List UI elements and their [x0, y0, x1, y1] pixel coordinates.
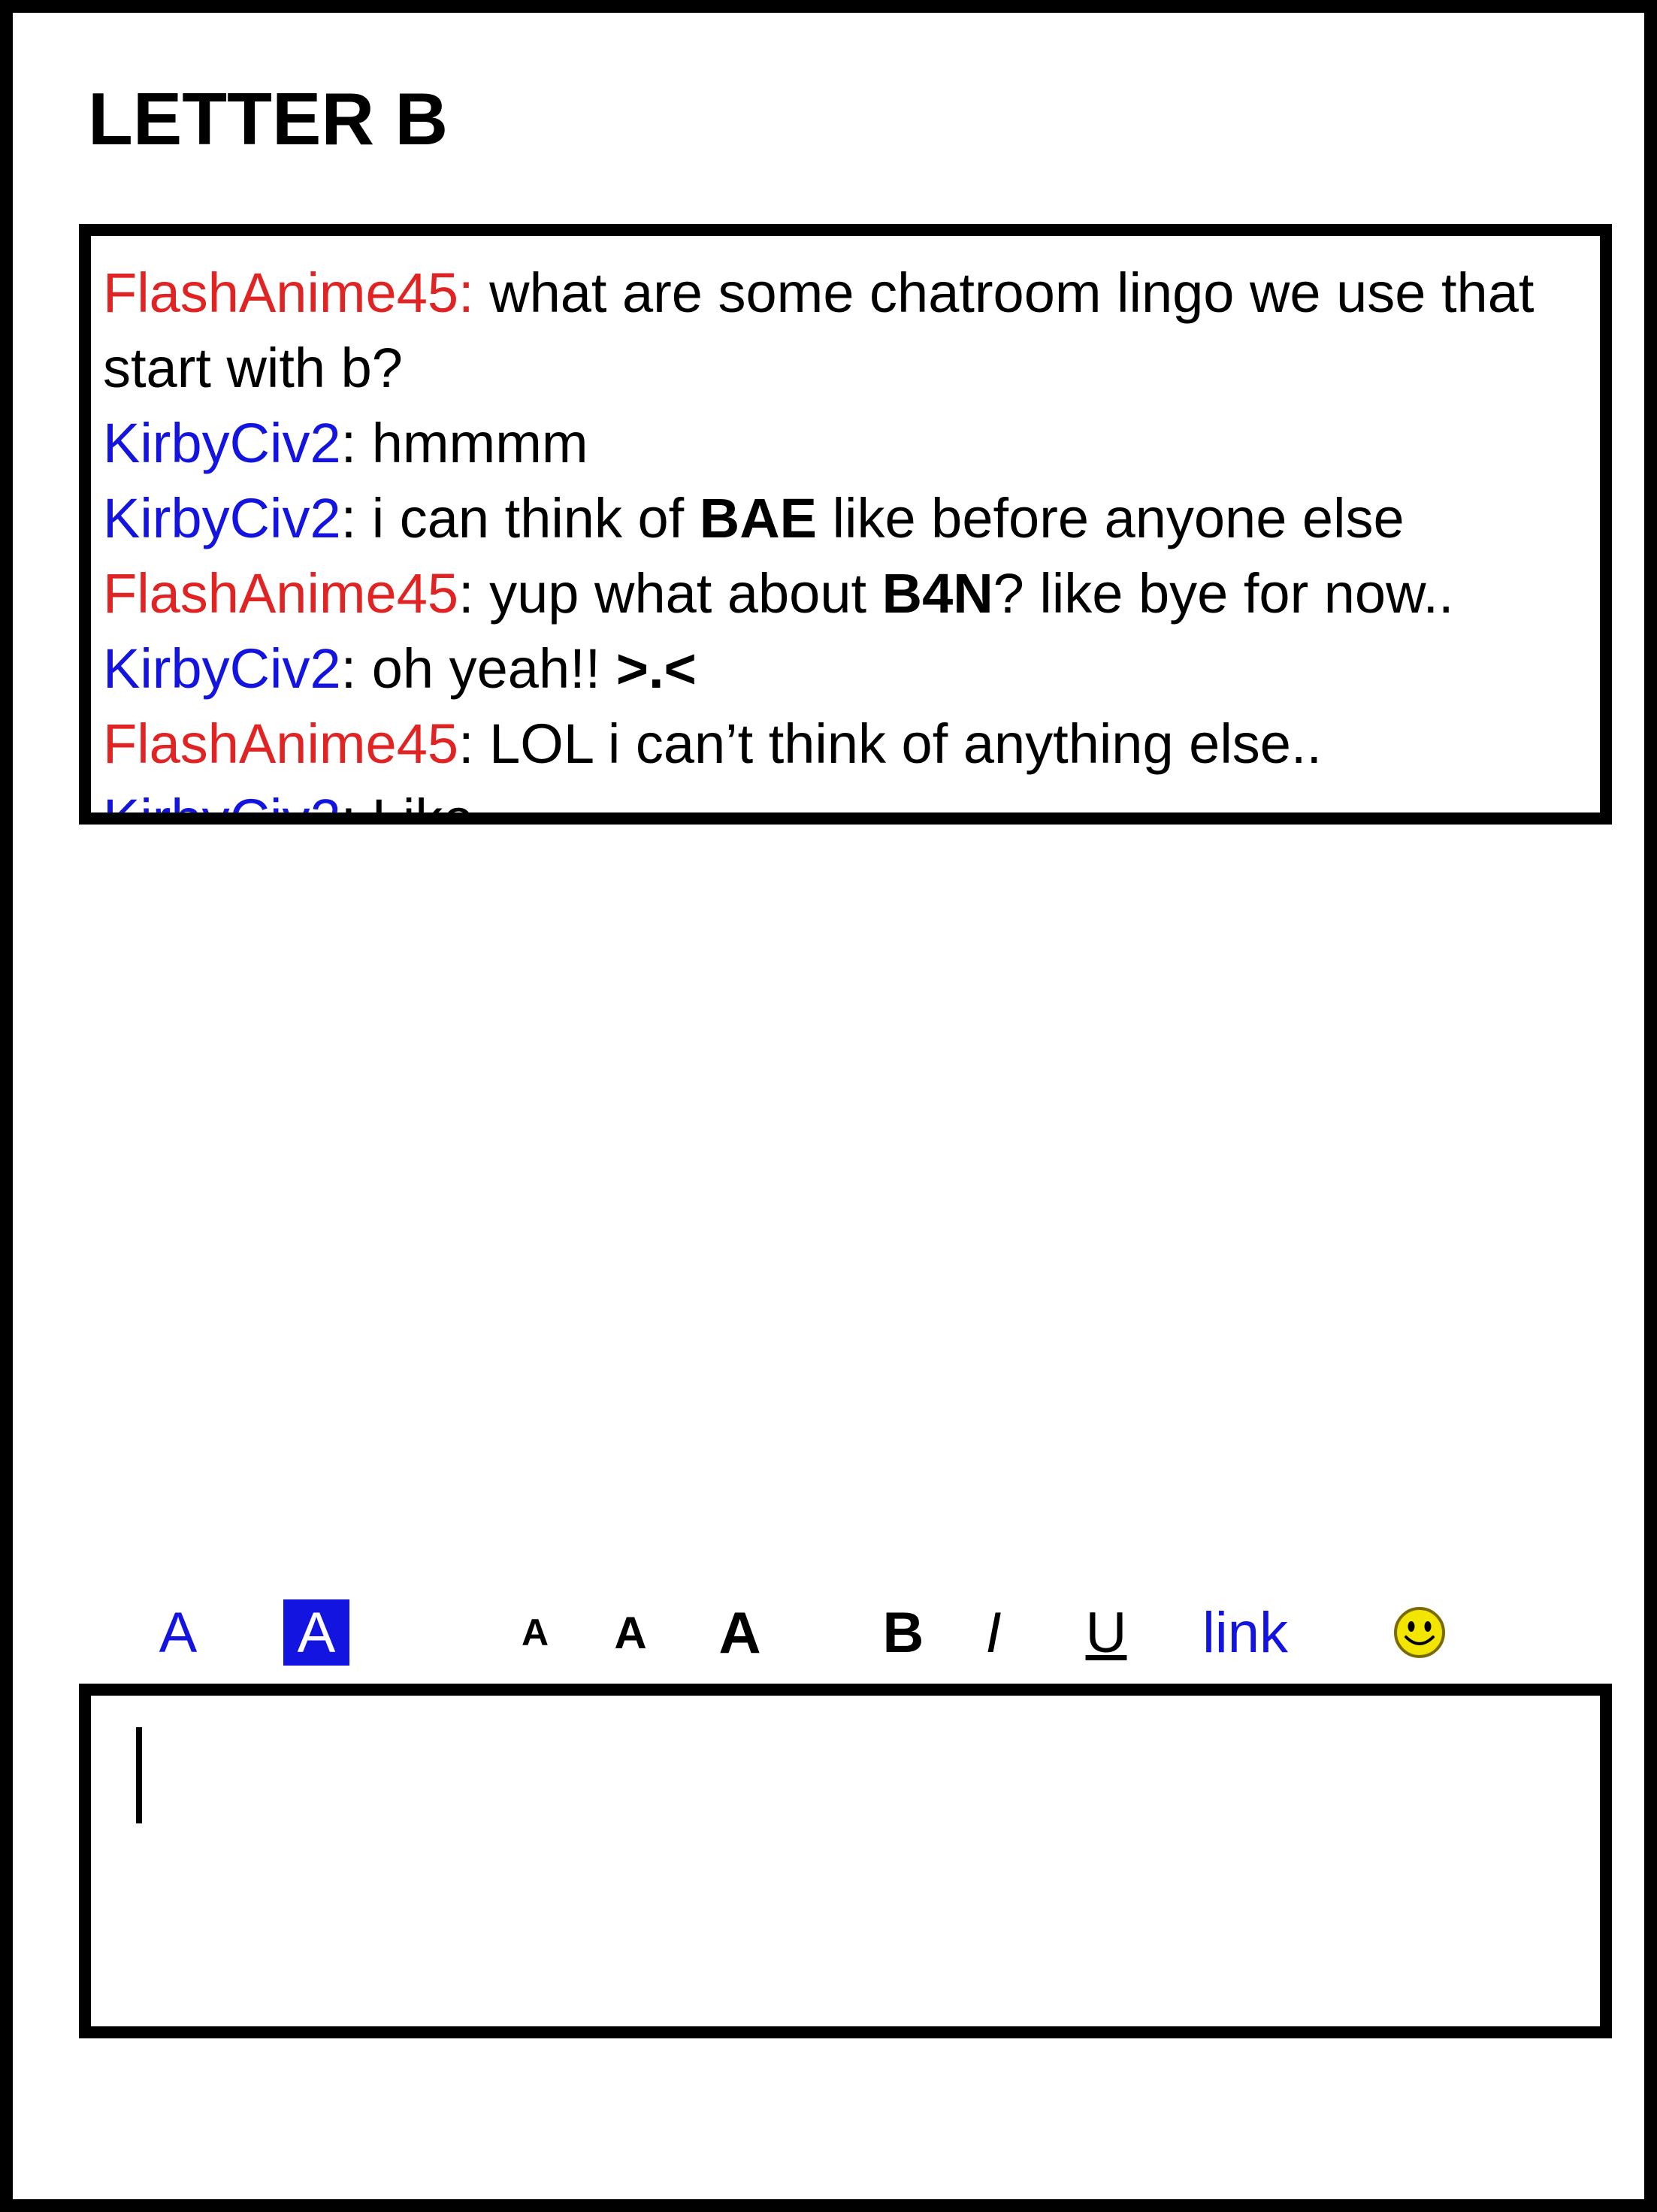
- bold-button[interactable]: B: [877, 1591, 930, 1674]
- chat-message: FlashAnime45: what are some chatroom lin…: [103, 256, 1588, 406]
- message-username: KirbyCiv2: [103, 637, 341, 700]
- message-text: like before anyone else: [817, 487, 1405, 549]
- text-color-button[interactable]: A: [148, 1591, 208, 1674]
- chat-message: FlashAnime45: yup what about B4N? like b…: [103, 556, 1588, 631]
- message-bold-text: >.<: [615, 637, 697, 700]
- text-caret: [136, 1727, 142, 1823]
- chat-message: KirbyCiv2: hmmmm: [103, 406, 1588, 481]
- font-size-large-button[interactable]: A: [712, 1591, 768, 1674]
- message-username: KirbyCiv2: [103, 487, 341, 549]
- italic-button[interactable]: I: [975, 1591, 1012, 1674]
- underline-button[interactable]: U: [1080, 1591, 1132, 1674]
- message-text: : Like...: [340, 788, 521, 825]
- highlight-color-label: A: [283, 1599, 349, 1666]
- message-username: KirbyCiv2: [103, 788, 341, 825]
- chat-message: KirbyCiv2: oh yeah!! >.<: [103, 631, 1588, 707]
- message-bold-text: B4N: [881, 562, 993, 625]
- message-text: : hmmmm: [340, 412, 588, 474]
- message-bold-text: BAE: [699, 487, 818, 549]
- formatting-toolbar: A A A A A B I U link: [13, 1591, 1657, 1674]
- chat-message: KirbyCiv2: i can think of BAE like befor…: [103, 481, 1588, 556]
- message-text: : LOL i can’t think of anything else..: [458, 713, 1323, 775]
- page-frame: LETTER B FlashAnime45: what are some cha…: [0, 0, 1657, 2212]
- font-size-small-button[interactable]: A: [513, 1591, 558, 1674]
- message-username: KirbyCiv2: [103, 412, 341, 474]
- message-text: ? like bye for now..: [993, 562, 1454, 625]
- message-text: : i can think of: [340, 487, 700, 549]
- highlight-color-button[interactable]: A: [283, 1591, 349, 1674]
- message-text: : yup what about: [458, 562, 882, 625]
- insert-link-button[interactable]: link: [1196, 1591, 1294, 1674]
- message-input[interactable]: [79, 1684, 1612, 2038]
- page-title: LETTER B: [88, 77, 449, 160]
- smiley-face-icon: [1394, 1607, 1445, 1658]
- message-username: FlashAnime45:: [103, 262, 474, 324]
- font-size-medium-button[interactable]: A: [606, 1591, 655, 1674]
- message-username: FlashAnime45: [103, 713, 459, 775]
- chat-log[interactable]: FlashAnime45: what are some chatroom lin…: [79, 224, 1612, 825]
- message-username: FlashAnime45: [103, 562, 459, 625]
- chat-message: KirbyCiv2: Like...: [103, 782, 1588, 825]
- chat-message: FlashAnime45: LOL i can’t think of anyth…: [103, 707, 1588, 782]
- emoticon-button[interactable]: [1392, 1591, 1447, 1674]
- message-text: : oh yeah!!: [340, 637, 616, 700]
